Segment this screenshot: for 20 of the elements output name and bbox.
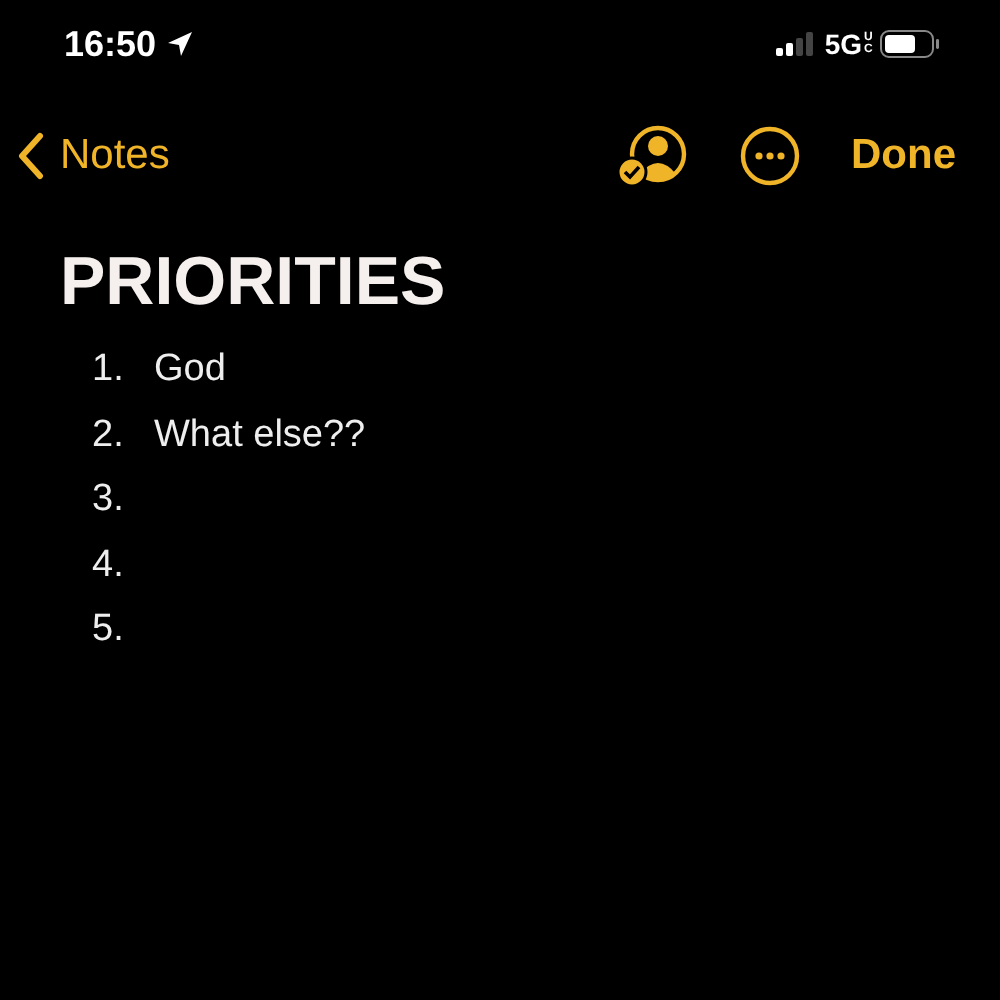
chevron-left-icon bbox=[16, 132, 44, 180]
network-type: 5G bbox=[824, 28, 862, 60]
done-button[interactable]: Done bbox=[851, 132, 956, 180]
more-icon bbox=[739, 126, 799, 186]
list-number: 4. bbox=[92, 543, 126, 588]
signal-icon bbox=[776, 32, 815, 56]
list-item-text: God bbox=[154, 348, 226, 393]
list-number: 2. bbox=[92, 413, 126, 458]
list-number: 1. bbox=[92, 348, 126, 393]
more-button[interactable] bbox=[739, 126, 799, 186]
back-button[interactable]: Notes bbox=[16, 132, 170, 180]
note-title: PRIORITIES bbox=[60, 244, 448, 322]
location-arrow-icon bbox=[166, 30, 195, 58]
clock-time: 16:50 bbox=[64, 23, 157, 65]
battery-icon bbox=[880, 30, 940, 58]
list-number: 5. bbox=[92, 608, 126, 653]
person-check-icon bbox=[615, 124, 687, 188]
list-item-text: What else?? bbox=[154, 413, 366, 458]
collaborate-button[interactable] bbox=[615, 124, 687, 188]
list-number: 3. bbox=[92, 478, 126, 523]
